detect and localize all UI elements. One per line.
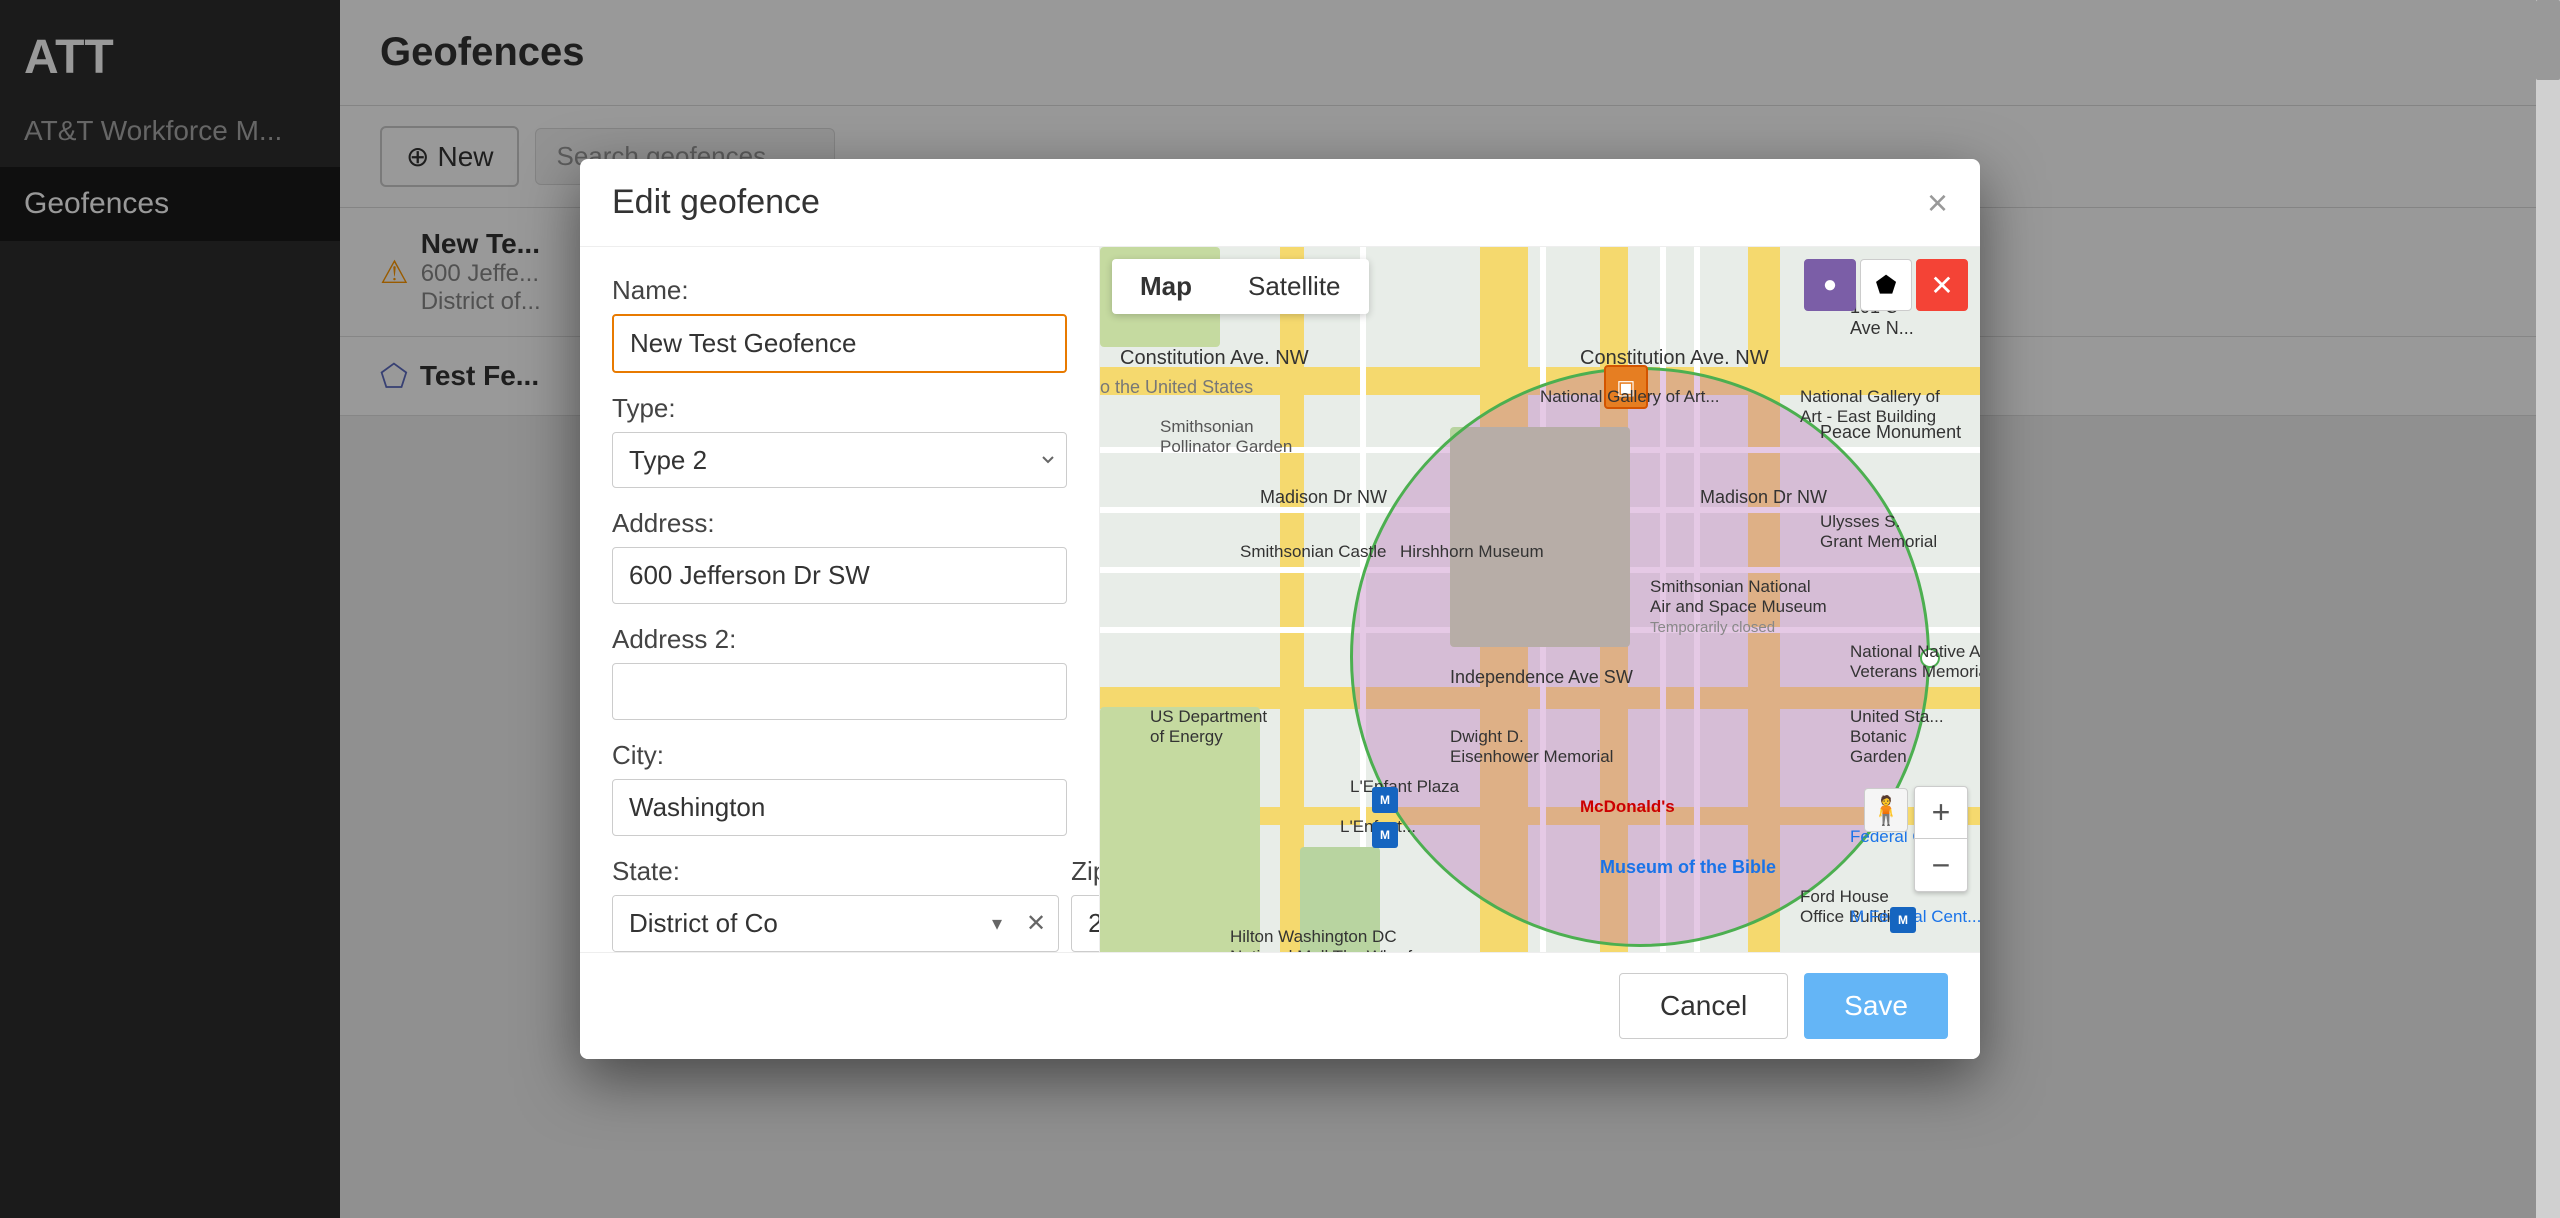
map-zoom-controls: + − xyxy=(1914,786,1968,892)
polygon-tool-button[interactable]: ⬟ xyxy=(1860,259,1912,311)
type-group: Type: Type 2 xyxy=(612,393,1067,488)
name-group: Name: document.querySelector('[data-name… xyxy=(612,275,1067,373)
state-input[interactable] xyxy=(613,896,980,951)
metro-marker-2: M xyxy=(1372,822,1398,848)
scrollbar-right[interactable] xyxy=(2536,0,2560,1218)
circle-tool-icon: ● xyxy=(1823,271,1838,299)
form-panel: Name: document.querySelector('[data-name… xyxy=(580,247,1100,952)
metro-marker-1: M xyxy=(1372,787,1398,813)
road-v1 xyxy=(1280,247,1304,952)
modal-title: Edit geofence xyxy=(612,183,820,222)
zip-container: Zip: document.querySelector('[data-name=… xyxy=(1071,856,1100,952)
type-select[interactable]: Type 2 xyxy=(612,432,1067,488)
address2-group: Address 2: xyxy=(612,624,1067,720)
zoom-in-button[interactable]: + xyxy=(1915,787,1967,839)
state-input-wrapper: ▾ ✕ xyxy=(612,895,1059,952)
state-label: State: xyxy=(612,856,1059,887)
clear-drawing-button[interactable]: ✕ xyxy=(1916,259,1968,311)
peace-monument-label: Peace Monument xyxy=(1820,422,1961,443)
map-background: ▣ Constitution Ave. NW Constitution Ave.… xyxy=(1100,247,1980,952)
zoom-out-button[interactable]: − xyxy=(1915,839,1967,891)
polygon-tool-icon: ⬟ xyxy=(1876,271,1897,300)
metro-marker-3: M xyxy=(1890,907,1916,933)
state-dropdown-icon[interactable]: ▾ xyxy=(980,911,1014,936)
park-3 xyxy=(1100,707,1260,952)
state-container: State: ▾ ✕ xyxy=(612,856,1059,952)
modal-close-button[interactable]: × xyxy=(1927,185,1948,221)
map-toolbar: ● ⬟ ✕ xyxy=(1804,259,1968,311)
map-tabs: Map Satellite xyxy=(1112,259,1369,314)
geofence-circle[interactable] xyxy=(1350,367,1930,947)
street-view-control[interactable]: 🧍 xyxy=(1864,788,1908,832)
city-input[interactable] xyxy=(612,779,1067,836)
save-button[interactable]: Save xyxy=(1804,973,1948,1039)
address-label: Address: xyxy=(612,508,1067,539)
edit-geofence-modal: Edit geofence × Name: document.querySele… xyxy=(580,159,1980,1059)
state-zip-row: State: ▾ ✕ Zip: document.querySelector('… xyxy=(612,856,1067,952)
name-input[interactable] xyxy=(612,314,1067,373)
state-clear-button[interactable]: ✕ xyxy=(1014,909,1058,938)
name-label: Name: xyxy=(612,275,1067,306)
type-label: Type: xyxy=(612,393,1067,424)
cancel-button[interactable]: Cancel xyxy=(1619,973,1788,1039)
close-drawing-icon: ✕ xyxy=(1930,269,1953,302)
resize-handle[interactable] xyxy=(1920,648,1940,668)
circle-tool-button[interactable]: ● xyxy=(1804,259,1856,311)
scrollbar-thumb xyxy=(2536,0,2560,80)
address2-label: Address 2: xyxy=(612,624,1067,655)
city-label: City: xyxy=(612,740,1067,771)
marker-icon: ▣ xyxy=(1617,375,1636,400)
modal-header: Edit geofence × xyxy=(580,159,1980,247)
zip-input[interactable] xyxy=(1071,895,1100,952)
map-panel: ▣ Constitution Ave. NW Constitution Ave.… xyxy=(1100,247,1980,952)
geofence-marker[interactable]: ▣ xyxy=(1604,365,1648,409)
address2-input[interactable] xyxy=(612,663,1067,720)
modal-footer: Cancel Save xyxy=(580,952,1980,1059)
city-group: City: document.querySelector('[data-name… xyxy=(612,740,1067,836)
tab-map[interactable]: Map xyxy=(1112,259,1220,314)
address-group: Address: document.querySelector('[data-n… xyxy=(612,508,1067,604)
park-4 xyxy=(1300,847,1380,952)
address-input[interactable] xyxy=(612,547,1067,604)
tab-satellite[interactable]: Satellite xyxy=(1220,259,1369,314)
zip-label: Zip: xyxy=(1071,856,1100,887)
modal-body: Name: document.querySelector('[data-name… xyxy=(580,247,1980,952)
